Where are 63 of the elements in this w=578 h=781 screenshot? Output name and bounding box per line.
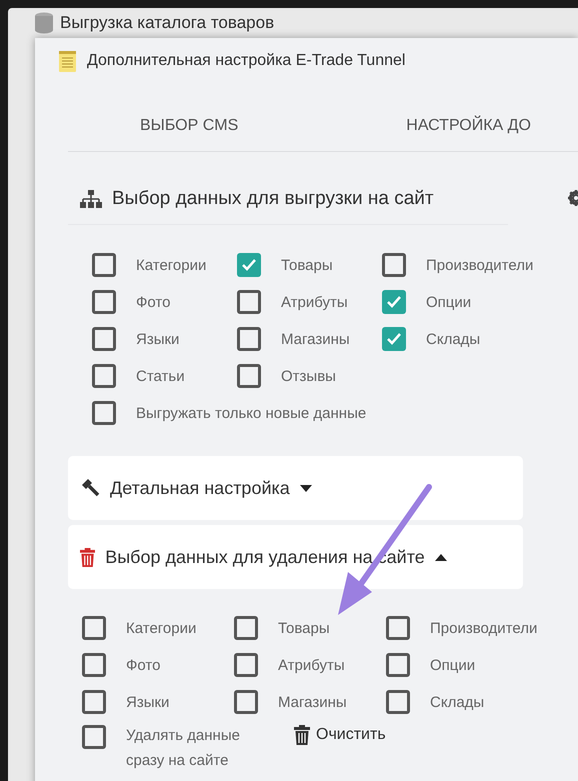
checkbox-label: Языки (136, 330, 180, 348)
checkbox-label: Отзывы (281, 368, 336, 384)
checkbox[interactable] (237, 364, 261, 388)
checkbox[interactable] (92, 401, 116, 425)
caret-up-icon (434, 554, 447, 560)
checkmark-icon (387, 296, 401, 308)
caret-down-icon (300, 484, 312, 492)
checkbox[interactable] (92, 253, 116, 277)
checkbox-label: Магазины (278, 694, 347, 710)
window-title: Выгрузка каталога товаров (60, 13, 274, 33)
clear-button[interactable]: Очистить (294, 725, 386, 745)
checkbox-label: Товары (278, 620, 330, 636)
checkbox[interactable] (82, 690, 106, 714)
tab[interactable]: НАСТРОЙКА ДО (406, 117, 531, 135)
checkbox-label: Производители (426, 256, 534, 274)
checkbox[interactable] (92, 290, 116, 314)
dialog-title: Дополнительная настройка E-Trade Tunnel (87, 52, 406, 70)
database-icon (34, 12, 54, 34)
trash-icon (294, 725, 310, 745)
checkbox-label: Атрибуты (278, 656, 345, 674)
checkbox-label: Категории (126, 620, 196, 636)
checkbox-label: Удалять данные сразу на сайте (126, 726, 241, 771)
checkbox-label: Языки (126, 694, 170, 710)
checkbox-label: Товары (281, 256, 333, 274)
checkbox-label: Статьи (136, 368, 185, 384)
checkbox[interactable] (382, 253, 406, 277)
checkmark-icon (387, 333, 401, 345)
checkbox[interactable] (382, 327, 406, 351)
checkbox-label: Склады (426, 330, 480, 348)
checkmark-icon (242, 259, 256, 271)
notepad-icon (59, 50, 76, 72)
panel-title: Детальная настройка (110, 478, 290, 498)
checkbox[interactable] (386, 653, 410, 677)
section-title: Выбор данных для выгрузки на сайт (112, 188, 434, 210)
checkbox[interactable] (234, 690, 258, 714)
checkbox[interactable] (234, 653, 258, 677)
checkbox[interactable] (382, 290, 406, 314)
checkbox[interactable] (92, 327, 116, 351)
checkbox[interactable] (82, 653, 106, 677)
gavel-icon (80, 478, 100, 498)
accordion-panel[interactable]: Детальная настройка (68, 456, 523, 520)
checkbox-label: Опции (426, 294, 472, 310)
checkbox-label: Склады (430, 694, 484, 710)
checkbox[interactable] (82, 616, 106, 640)
checkbox-label: Опции (430, 656, 476, 674)
tab[interactable]: ВЫБОР CMS (140, 117, 238, 135)
checkbox[interactable] (237, 253, 261, 277)
checkbox[interactable] (234, 616, 258, 640)
checkbox-label: Фото (136, 294, 170, 310)
checkbox-label: Фото (126, 656, 160, 674)
checkbox-label: Атрибуты (281, 294, 348, 310)
checkbox-label: Выгружать только новые данные (136, 404, 366, 422)
checkbox[interactable] (237, 327, 261, 351)
sitemap-icon (80, 190, 102, 208)
checkbox-label: Магазины (281, 330, 350, 348)
trash-icon (80, 548, 96, 566)
checkbox[interactable] (386, 690, 410, 714)
checkbox[interactable] (92, 364, 116, 388)
checkbox-label: Производители (430, 620, 538, 636)
checkbox[interactable] (386, 616, 410, 640)
checkbox[interactable] (237, 290, 261, 314)
checkbox[interactable] (82, 725, 106, 749)
checkbox-label: Категории (136, 256, 206, 274)
